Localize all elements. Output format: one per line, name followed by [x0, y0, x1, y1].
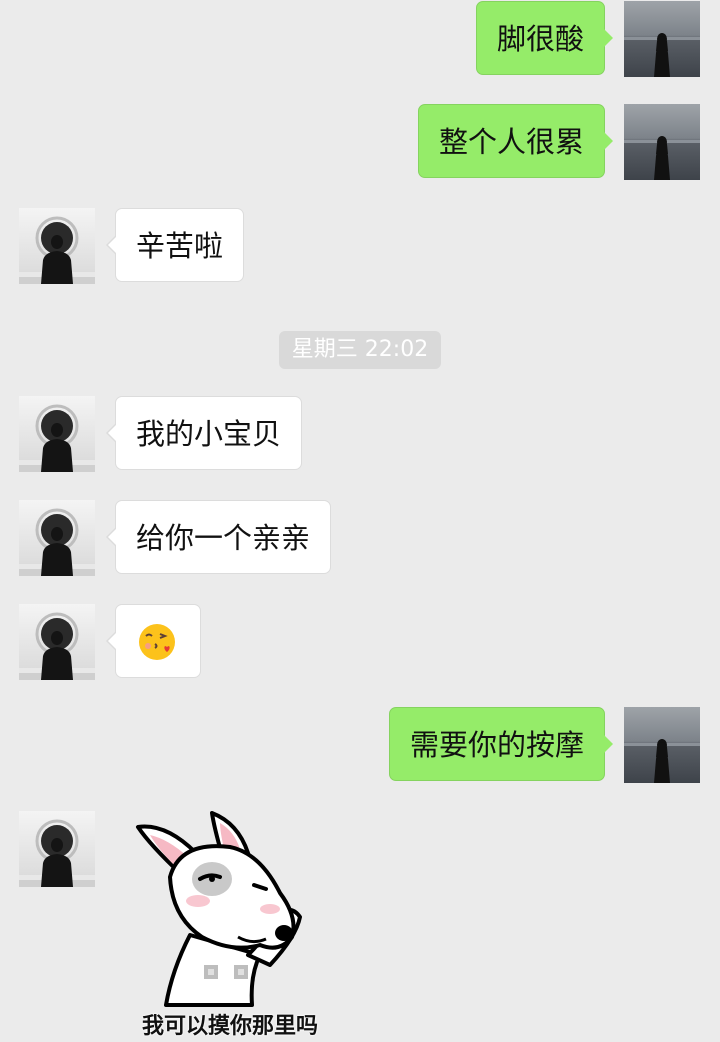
- outgoing-message-bubble[interactable]: 需要你的按摩: [388, 707, 614, 781]
- outgoing-message-bubble[interactable]: 整个人很累: [417, 104, 614, 178]
- incoming-message-bubble[interactable]: 我的小宝贝: [105, 396, 303, 470]
- outgoing-message-bubble[interactable]: 脚很酸: [475, 1, 614, 75]
- incoming-message-bubble[interactable]: [106, 604, 201, 678]
- message-row: 脚很酸: [0, 1, 720, 77]
- message-row: [0, 811, 720, 1042]
- message-row: 我的小宝贝: [0, 396, 720, 472]
- my-avatar[interactable]: [624, 1, 700, 77]
- message-text: 整个人很累: [438, 125, 584, 159]
- message-row: 整个人很累: [0, 104, 720, 180]
- incoming-message-bubble[interactable]: 辛苦啦: [105, 208, 245, 282]
- message-row: 给你一个亲亲: [0, 500, 720, 576]
- message-text: 脚很酸: [496, 22, 584, 56]
- message-row: 辛苦啦: [0, 208, 720, 284]
- contact-avatar[interactable]: [19, 811, 95, 887]
- kissing-face-emoji-icon: [139, 624, 175, 660]
- my-avatar[interactable]: [624, 104, 700, 180]
- message-text: 我的小宝贝: [136, 417, 282, 451]
- message-row: 需要你的按摩: [0, 707, 720, 783]
- sticker-message[interactable]: 我可以摸你那里吗: [120, 805, 340, 1042]
- message-text: 给你一个亲亲: [136, 521, 311, 555]
- incoming-message-bubble[interactable]: 给你一个亲亲: [105, 500, 332, 574]
- message-row: [0, 604, 720, 680]
- my-avatar[interactable]: [624, 707, 700, 783]
- contact-avatar[interactable]: [19, 396, 95, 472]
- timestamp-divider: 星期三 22:02: [279, 331, 441, 369]
- chat-window: 脚很酸 整个人很累 辛苦啦 星期三 22:02 我的小宝贝 给你一个亲亲 需要你…: [0, 0, 720, 1042]
- contact-avatar[interactable]: [19, 500, 95, 576]
- message-text: 需要你的按摩: [409, 728, 584, 762]
- sticker-caption: 我可以摸你那里吗: [141, 1014, 318, 1039]
- contact-avatar[interactable]: [19, 208, 95, 284]
- message-text: 辛苦啦: [136, 229, 224, 263]
- contact-avatar[interactable]: [19, 604, 95, 680]
- bull-terrier-dog-sticker-icon: [136, 811, 302, 1007]
